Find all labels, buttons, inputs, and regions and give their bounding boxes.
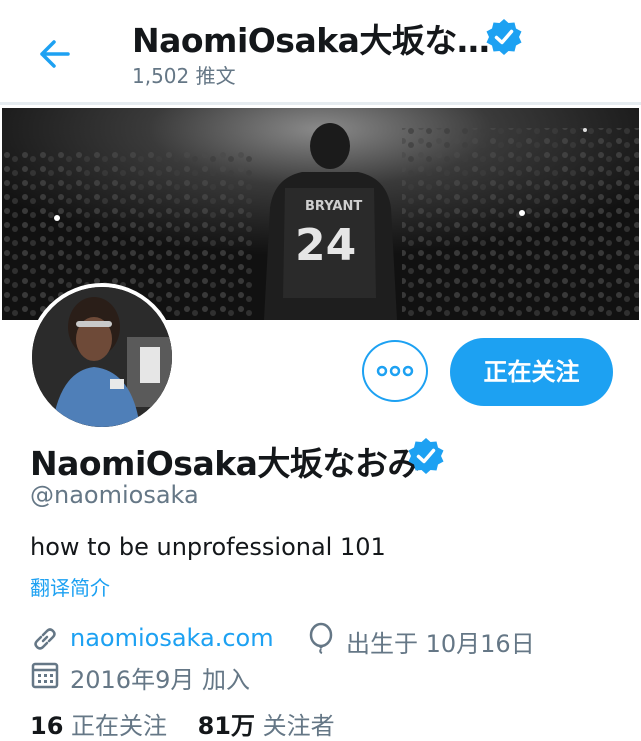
- link-icon: [34, 628, 56, 650]
- birthday-text: 出生于 10月16日: [346, 630, 535, 658]
- display-name: NaomiOsaka大坂なおみ: [30, 444, 420, 483]
- following-label[interactable]: 正在关注: [71, 712, 167, 740]
- calendar-icon: [31, 662, 59, 689]
- jersey-name: BRYANT: [305, 199, 362, 214]
- following-button[interactable]: 正在关注: [450, 338, 613, 406]
- arrow-left-icon: [40, 40, 70, 68]
- header-divider: [0, 102, 641, 105]
- balloon-icon: [309, 622, 333, 654]
- followers-label[interactable]: 关注者: [263, 712, 335, 740]
- header-title: NaomiOsaka大坂な…: [132, 21, 490, 60]
- follow-stats: 16 正在关注 81万 关注者: [30, 706, 335, 741]
- tweet-count: 1,502 推文: [132, 64, 236, 88]
- website-link[interactable]: naomiosaka.com: [70, 624, 274, 652]
- more-dots-icon: [376, 365, 414, 377]
- bio-text: how to be unprofessional 101: [30, 533, 386, 561]
- top-bar: NaomiOsaka大坂な… 1,502 推文: [0, 0, 641, 100]
- user-handle: @naomiosaka: [30, 481, 199, 509]
- avatar-image: [32, 287, 172, 427]
- jersey-number: 24: [295, 220, 356, 271]
- verified-badge-icon: [486, 19, 522, 55]
- join-date-text: 2016年9月 加入: [70, 666, 250, 694]
- following-count[interactable]: 16: [30, 712, 63, 740]
- avatar[interactable]: [28, 283, 176, 431]
- more-options-button[interactable]: [362, 340, 428, 402]
- back-button[interactable]: [34, 34, 74, 74]
- verified-badge-icon: [408, 438, 444, 474]
- translate-bio-link[interactable]: 翻译简介: [30, 572, 110, 601]
- followers-count[interactable]: 81万: [198, 712, 255, 740]
